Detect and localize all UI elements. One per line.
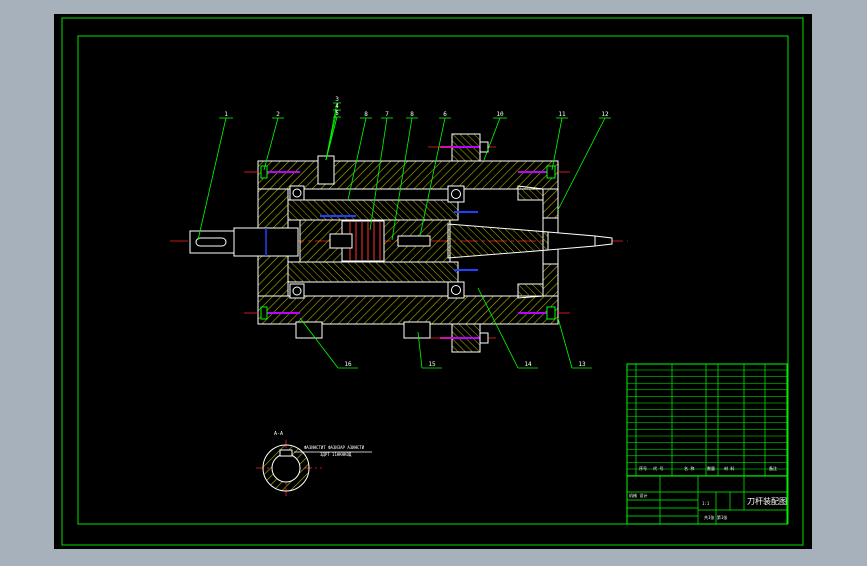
header-cell-name: 名 称 [684, 465, 694, 471]
cad-drawing-window: 1 2 3 4 5 8 7 8 6 10 11 12 16 15 14 13 A-A ФАЗИНСТИТ ФА… [0, 0, 867, 562]
bolt-nut [479, 141, 489, 153]
nose-lower [517, 283, 544, 299]
balloon-top-6: 8 [364, 111, 368, 118]
mount-foot-center [403, 321, 431, 339]
bearing-right-top [447, 185, 465, 203]
header-cell-number: 序号 [639, 465, 647, 471]
balloon-top-8: 8 [410, 111, 414, 118]
balloon-top-12: 12 [601, 111, 609, 118]
scale-label: 1:1 [702, 501, 710, 506]
balloon-top-5: 5 [335, 110, 339, 117]
balloon-top-7: 7 [385, 111, 389, 118]
draw-bar-end [397, 235, 431, 247]
bearing-left-top [289, 185, 305, 201]
header-cell-note: 备注 [769, 465, 777, 471]
title-block: 序号 代 号 名 称 数量 材 料 备注 刀杆装配图 1:1 共1张 第1张 机… [626, 363, 788, 525]
balloon-bottom-1: 16 [344, 361, 352, 368]
company-label: 机械 设计 [629, 492, 647, 498]
balloon-bottom-4: 13 [578, 361, 586, 368]
cad-drawing: 1 2345 8 7 8 6 10 11 1216 15 14 13 A-A ФАЗИНСТИТ ФА… [54, 14, 812, 549]
housing-lower-wall [257, 295, 559, 325]
sheet-label: 共1张 第1张 [704, 514, 727, 520]
balloon-top-1: 1 [224, 111, 228, 118]
section-view-label: A-A [274, 431, 283, 437]
tool-tip [594, 235, 613, 247]
bolt-head [260, 165, 268, 179]
balloon-top-4: 4 [335, 103, 339, 110]
balloon-top-3: 3 [335, 96, 339, 103]
section-bore [271, 453, 301, 483]
section-keyway [279, 449, 293, 457]
pull-stud [329, 233, 353, 249]
spindle-sleeve-lower [287, 261, 459, 283]
bolt-head [546, 165, 556, 179]
input-shaft-end [189, 230, 235, 254]
nose-upper [517, 185, 544, 201]
balloon-top-2: 2 [276, 111, 280, 118]
balloon-top-9: 6 [443, 111, 447, 118]
section-note-line2: ЗДРТ 11НКНКОД [320, 452, 352, 457]
bearing-left-bottom [289, 283, 305, 299]
bolt-head [546, 306, 556, 320]
balloon-top-11: 11 [558, 111, 566, 118]
top-fitting [317, 155, 335, 185]
balloon-top-10: 10 [496, 111, 504, 118]
header-cell-code: 代 号 [653, 465, 663, 471]
header-cell-qty: 数量 [707, 465, 715, 471]
balloon-bottom-2: 15 [428, 361, 436, 368]
housing-upper-wall [257, 160, 559, 190]
bearing-right-bottom [447, 281, 465, 299]
drawing-title: 刀杆装配图 [747, 496, 787, 506]
balloon-bottom-3: 14 [524, 361, 532, 368]
section-note-line1: ФАЗИНСТИТ ФАЗИЗАР АЗИНСТИ [304, 445, 365, 450]
bolt-head [260, 306, 268, 320]
bolt-nut [479, 332, 489, 344]
header-cell-material: 材 料 [724, 465, 734, 471]
